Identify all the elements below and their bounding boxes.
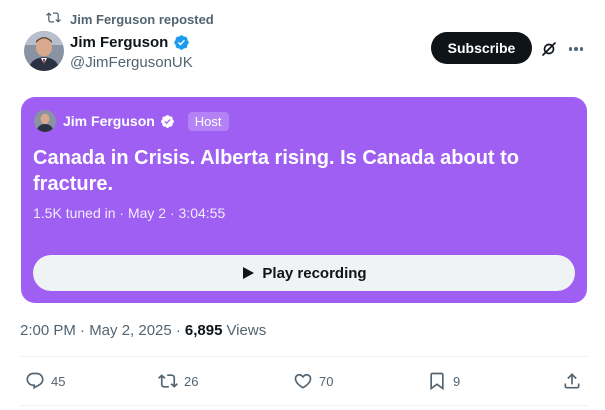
repost-button[interactable]: 26: [158, 371, 198, 391]
views-count: 6,895: [184, 322, 223, 339]
grok-icon[interactable]: [540, 40, 558, 58]
reply-icon: [25, 371, 45, 391]
repost-text: Jim Ferguson reposted: [70, 11, 214, 27]
reply-button[interactable]: 45: [25, 371, 65, 391]
space-meta: 1.5K tuned in · May 2 · 3:04:55: [33, 205, 226, 221]
bookmark-button[interactable]: 9: [427, 371, 460, 391]
verified-badge-icon: [160, 114, 175, 129]
host-row: Jim Ferguson Host: [34, 110, 229, 132]
bookmark-count: 9: [453, 373, 461, 389]
author-handle[interactable]: @JimFergusonUK: [70, 54, 193, 71]
divider: [20, 356, 588, 357]
avatar[interactable]: [24, 31, 64, 71]
like-count: 70: [319, 373, 334, 389]
share-icon: [562, 371, 582, 391]
play-icon: [241, 266, 255, 280]
share-button[interactable]: [562, 371, 582, 391]
post-meta: 2:00 PM · May 2, 2025 · 6,895 Views: [20, 322, 266, 339]
subscribe-button[interactable]: Subscribe: [431, 32, 532, 64]
like-button[interactable]: 70: [293, 371, 333, 391]
more-icon[interactable]: [567, 40, 585, 58]
host-badge: Host: [187, 111, 229, 131]
repost-count: 26: [184, 373, 199, 389]
space-card[interactable]: Jim Ferguson Host Canada in Crisis. Albe…: [21, 97, 587, 303]
verified-badge-icon: [173, 34, 190, 51]
space-title: Canada in Crisis. Alberta rising. Is Can…: [33, 147, 520, 195]
repost-icon: [46, 10, 61, 28]
views-label: Views: [226, 322, 267, 339]
bookmark-icon: [427, 371, 447, 391]
post-timestamp[interactable]: 2:00 PM · May 2, 2025 ·: [20, 322, 181, 339]
heart-icon: [293, 371, 313, 391]
play-recording-label: Play recording: [262, 264, 367, 282]
repost-context[interactable]: Jim Ferguson reposted: [46, 10, 214, 28]
host-avatar: [34, 110, 56, 132]
host-name: Jim Ferguson: [63, 113, 155, 129]
author-name[interactable]: Jim Ferguson: [70, 34, 168, 51]
reply-count: 45: [51, 373, 66, 389]
play-recording-button[interactable]: Play recording: [33, 255, 575, 291]
author-block[interactable]: Jim Ferguson @JimFergusonUK: [70, 32, 193, 72]
repost-icon: [158, 371, 178, 391]
divider: [20, 405, 588, 406]
